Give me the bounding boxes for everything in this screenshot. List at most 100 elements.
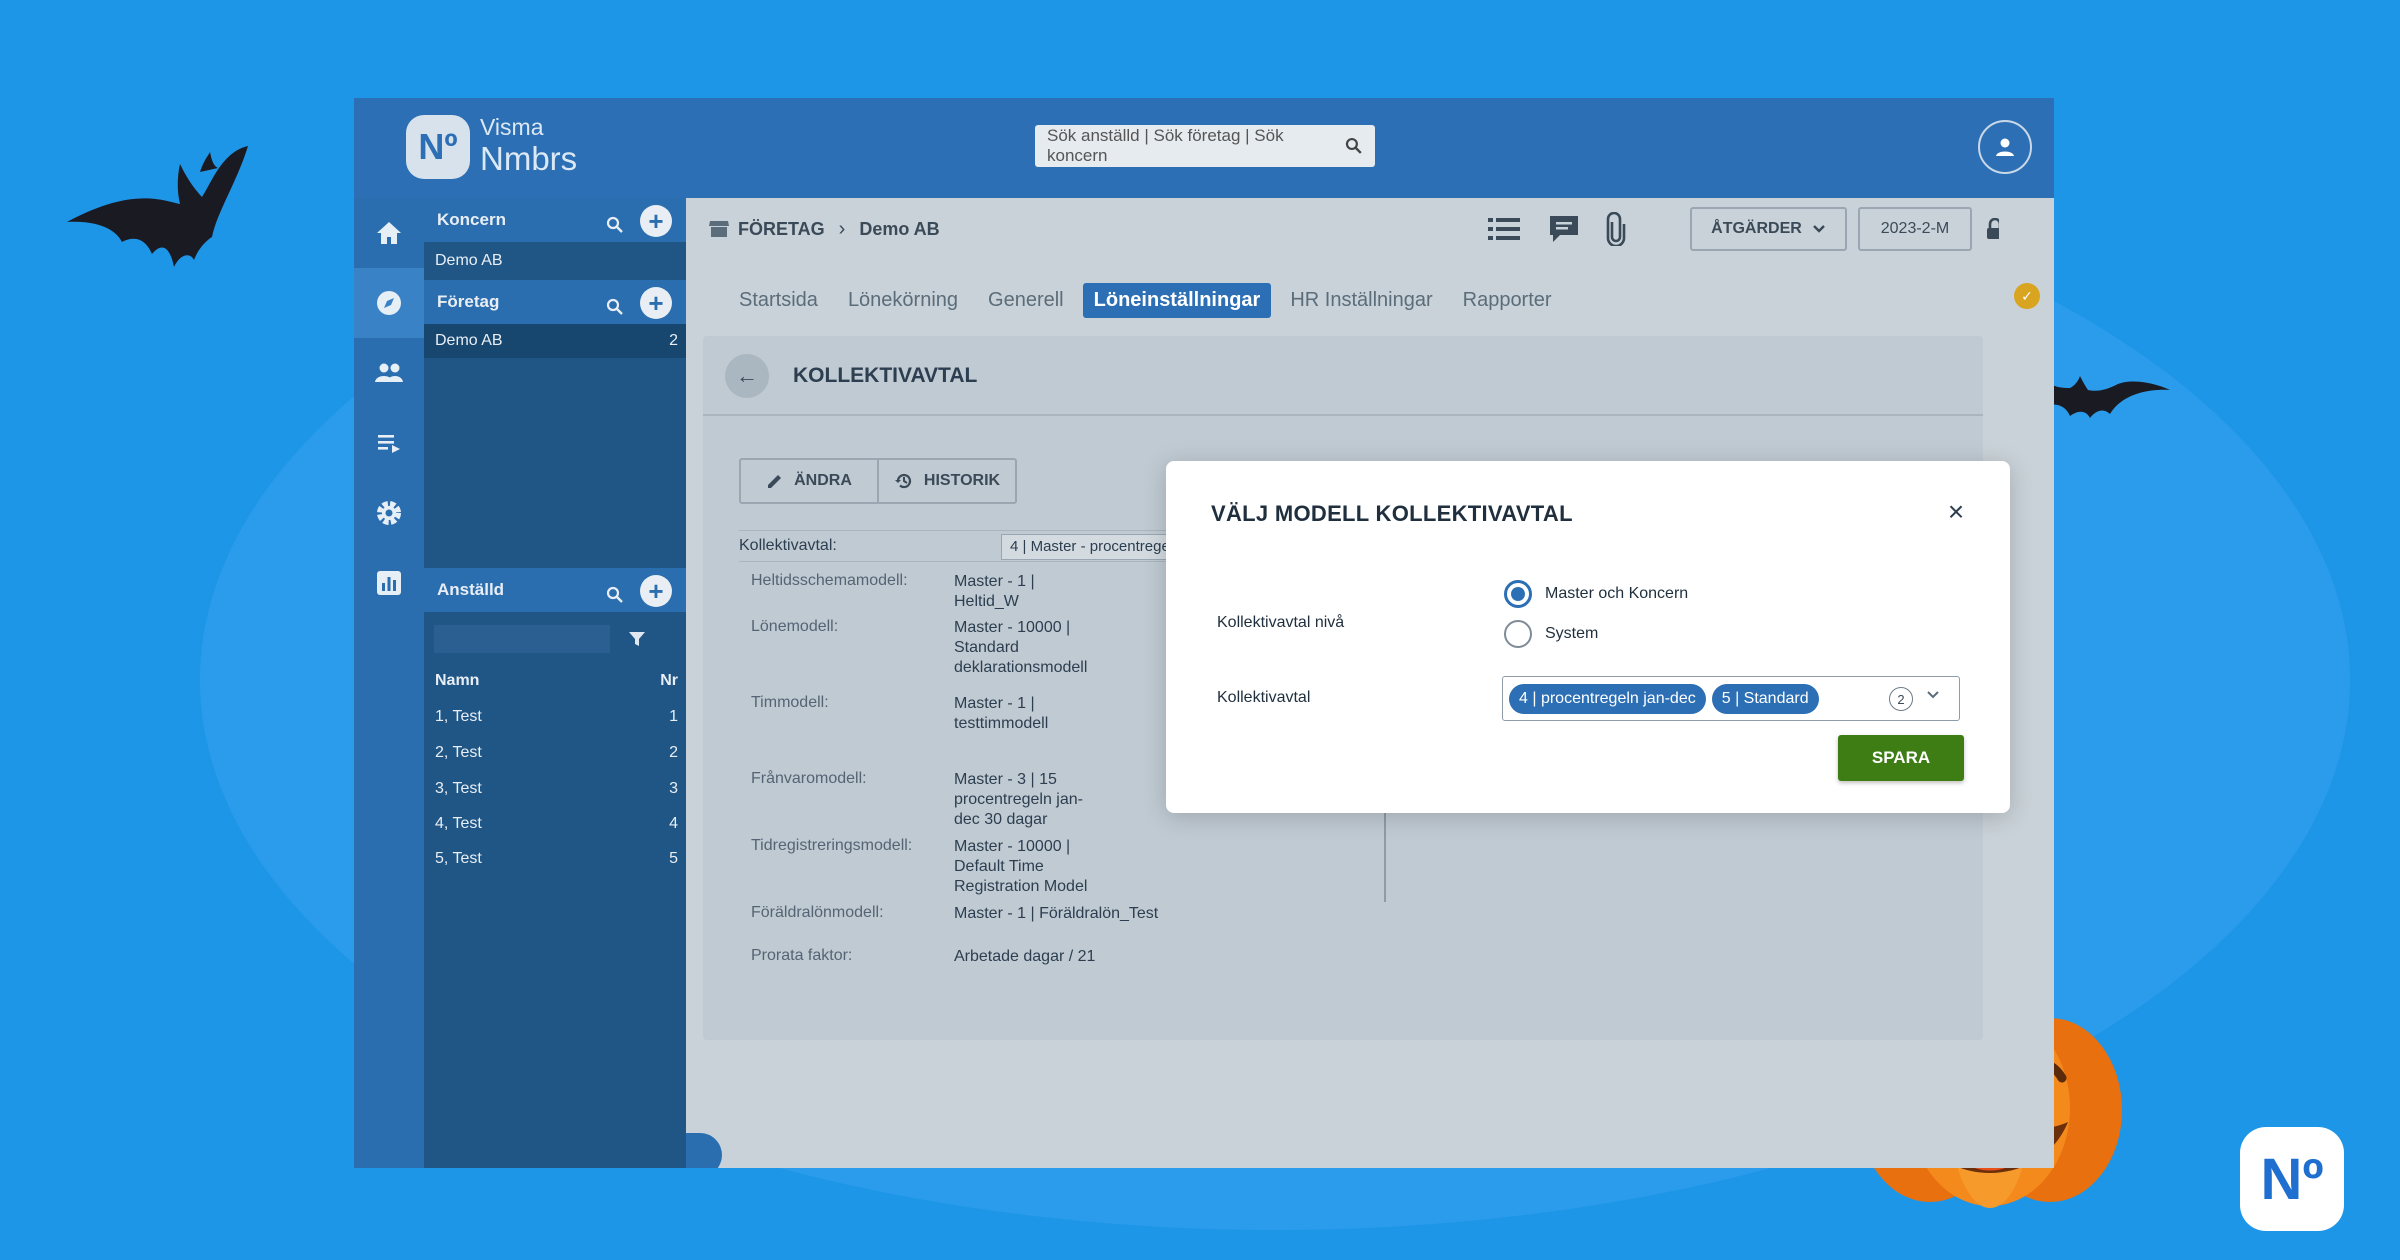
logo-line-nmbrs: Nmbrs bbox=[480, 140, 578, 177]
gear-icon bbox=[377, 501, 401, 525]
actions-dropdown-button[interactable]: ÅTGÄRDER bbox=[1690, 207, 1847, 251]
koncern-item-label: Demo AB bbox=[435, 252, 503, 269]
store-icon bbox=[709, 221, 729, 237]
radio-button[interactable] bbox=[1504, 620, 1532, 648]
selected-chip[interactable]: 5 | Standard bbox=[1711, 683, 1819, 714]
koncern-title: Koncern bbox=[437, 210, 506, 229]
nav-home[interactable] bbox=[354, 198, 424, 268]
table-row[interactable]: 4, Test 4 bbox=[424, 807, 686, 841]
chart-icon bbox=[377, 571, 401, 595]
tab-generell[interactable]: Generell bbox=[977, 283, 1075, 318]
tab-bar: Startsida Lönekörning Generell Löneinstä… bbox=[728, 283, 1563, 318]
bat-decoration-left bbox=[67, 146, 248, 267]
foretag-item[interactable]: Demo AB 2 bbox=[424, 324, 686, 358]
actions-label: ÅTGÄRDER bbox=[1711, 220, 1802, 237]
field-label: Timmodell: bbox=[751, 694, 829, 711]
employee-table-header: Namn Nr bbox=[424, 664, 686, 698]
radio-label: Master och Koncern bbox=[1545, 585, 1689, 602]
field-value: Arbetade dagar / 21 bbox=[954, 948, 1096, 965]
save-button[interactable]: SPARA bbox=[1838, 735, 1964, 781]
nav-people[interactable] bbox=[354, 338, 424, 408]
table-row[interactable]: 2, Test 2 bbox=[424, 736, 686, 770]
employee-nr: 4 bbox=[669, 815, 678, 832]
tab-hr-installningar[interactable]: HR Inställningar bbox=[1279, 283, 1443, 318]
add-anstalld-button[interactable]: + bbox=[640, 575, 672, 607]
close-button[interactable]: × bbox=[1941, 496, 1971, 527]
table-row[interactable]: 3, Test 3 bbox=[424, 772, 686, 806]
employee-filter-input[interactable] bbox=[434, 625, 610, 653]
search-icon[interactable] bbox=[606, 216, 624, 234]
field-value: Master - 1 | Föräldralön_Test bbox=[954, 905, 1159, 922]
nav-settings[interactable] bbox=[354, 478, 424, 548]
user-avatar-button[interactable] bbox=[1978, 120, 2032, 174]
kollektivavtal-row: Kollektivavtal: 4 | Master - procentrege… bbox=[739, 530, 1179, 562]
nav-reports[interactable] bbox=[354, 548, 424, 618]
period-label: 2023-2-M bbox=[1880, 220, 1950, 237]
breadcrumb-section[interactable]: FÖRETAG bbox=[738, 219, 825, 240]
tab-rapporter[interactable]: Rapporter bbox=[1452, 283, 1563, 318]
employee-name: 4, Test bbox=[435, 815, 482, 832]
chevron-down-icon[interactable] bbox=[1925, 689, 1941, 701]
foretag-title: Företag bbox=[437, 292, 500, 311]
table-row[interactable]: 5, Test 5 bbox=[424, 842, 686, 876]
field-label: Frånvaromodell: bbox=[751, 770, 867, 787]
people-icon bbox=[375, 363, 403, 382]
tab-loneinstallningar[interactable]: Löneinställningar bbox=[1082, 283, 1272, 318]
filter-icon[interactable] bbox=[628, 630, 646, 648]
koncern-item[interactable]: Demo AB bbox=[424, 244, 686, 278]
nmbrs-logo-text[interactable]: Visma Nmbrs bbox=[480, 114, 578, 177]
radio-system[interactable]: System bbox=[1504, 620, 1598, 648]
kollektivavtal-multiselect[interactable]: 4 | procentregeln jan-dec 5 | Standard 2 bbox=[1502, 676, 1960, 721]
home-icon bbox=[377, 222, 401, 244]
user-icon bbox=[1996, 138, 2014, 156]
close-icon: × bbox=[1947, 496, 1965, 527]
search-placeholder: Sök anställd | Sök företag | Sök koncern bbox=[1047, 126, 1284, 165]
breadcrumb-company[interactable]: Demo AB bbox=[859, 219, 939, 240]
table-row[interactable]: 1, Test 1 bbox=[424, 700, 686, 734]
add-koncern-button[interactable]: + bbox=[640, 205, 672, 237]
selected-chip[interactable]: 4 | procentregeln jan-dec bbox=[1509, 683, 1706, 714]
employee-name: 1, Test bbox=[435, 708, 482, 725]
period-button[interactable]: 2023-2-M bbox=[1858, 207, 1972, 251]
search-icon[interactable] bbox=[606, 298, 624, 316]
niva-label: Kollektivavtal nivå bbox=[1217, 614, 1345, 631]
anstalld-header: Anställd + bbox=[424, 568, 686, 612]
select-model-dialog: VÄLJ MODELL KOLLEKTIVAVTAL × Kollektivav… bbox=[1166, 461, 2010, 813]
main-nav-iconbar bbox=[354, 198, 424, 1168]
radio-master-och-koncern[interactable]: Master och Koncern bbox=[1504, 580, 1688, 608]
history-button[interactable]: HISTORIK bbox=[877, 460, 1015, 502]
search-icon[interactable] bbox=[606, 586, 624, 604]
employee-name: 3, Test bbox=[435, 780, 482, 797]
foretag-header: Företag + bbox=[424, 280, 686, 324]
history-icon bbox=[894, 473, 911, 489]
tab-startsida[interactable]: Startsida bbox=[728, 283, 829, 318]
add-foretag-button[interactable]: + bbox=[640, 287, 672, 319]
selected-count-badge: 2 bbox=[1889, 687, 1913, 711]
nav-list[interactable] bbox=[354, 408, 424, 478]
list-icon bbox=[378, 435, 400, 453]
comment-icon[interactable] bbox=[1548, 214, 1580, 244]
back-button[interactable]: ← bbox=[725, 354, 769, 398]
field-value: Master - 10000 | Standard deklarationsmo… bbox=[954, 619, 1088, 676]
field-value: Master - 1 | testtimmodell bbox=[954, 695, 1049, 732]
list-view-icon[interactable] bbox=[1488, 216, 1520, 242]
logo-line-visma: Visma bbox=[480, 114, 544, 140]
field-label: Heltidsschemamodell: bbox=[751, 572, 908, 589]
global-search-input[interactable]: Sök anställd | Sök företag | Sök koncern bbox=[1035, 125, 1375, 167]
nav-compass[interactable] bbox=[354, 268, 424, 338]
kollektivavtal-select[interactable]: 4 | Master - procentregeln bbox=[1001, 534, 1179, 560]
field-value: Master - 1 | Heltid_W bbox=[954, 573, 1035, 610]
nmbrs-logo-badge[interactable]: Nº bbox=[406, 115, 470, 179]
attachment-icon[interactable] bbox=[1604, 212, 1628, 246]
nmbrs-corner-logo: Nº bbox=[2240, 1127, 2344, 1231]
tab-lonekorning[interactable]: Lönekörning bbox=[837, 283, 969, 318]
radio-button-selected[interactable] bbox=[1504, 580, 1532, 608]
employee-nr: 1 bbox=[669, 708, 678, 725]
field-label: Tidregistreringsmodell: bbox=[751, 837, 913, 854]
employee-name: 2, Test bbox=[435, 744, 482, 761]
edit-button[interactable]: ÄNDRA bbox=[741, 460, 877, 502]
check-badge-icon[interactable]: ✓ bbox=[2014, 283, 2040, 309]
field-label: Prorata faktor: bbox=[751, 947, 853, 964]
arrow-left-icon: ← bbox=[736, 363, 758, 388]
anstalld-title: Anställd bbox=[437, 580, 505, 599]
